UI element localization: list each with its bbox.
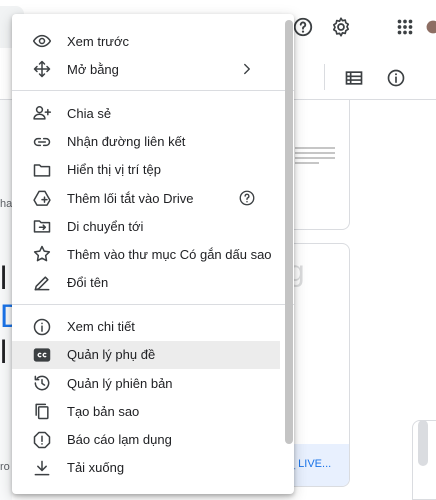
menu-item-label: Xem chi tiết — [67, 319, 135, 335]
menu-item-link[interactable]: Nhận đường liên kết — [12, 128, 294, 156]
menu-item-move[interactable]: Mở bằng — [12, 55, 294, 83]
menu-item-folder[interactable]: Hiển thị vị trí tệp — [12, 156, 294, 184]
apps-grid-icon[interactable] — [393, 15, 417, 39]
eye-icon — [30, 29, 54, 53]
menu-item-pencil[interactable]: Đổi tên — [12, 269, 294, 297]
details-info-icon[interactable] — [384, 66, 408, 90]
menu-item-download[interactable]: Tải xuống — [12, 454, 294, 482]
menu-item-info[interactable]: Xem chi tiết — [12, 313, 294, 341]
menu-item-eye[interactable]: Xem trước — [12, 27, 294, 55]
menu-item-captions[interactable]: Quản lý phụ đề — [12, 340, 280, 370]
left-text: ro — [0, 461, 10, 473]
menu-item-star[interactable]: Thêm vào thư mục Có gắn dấu sao — [12, 240, 294, 268]
drive-move-icon — [30, 214, 54, 238]
left-text: ha — [0, 198, 12, 210]
menu-item-label: Tải xuống — [67, 460, 125, 476]
menu-item-label: Hiển thị vị trí tệp — [67, 162, 161, 178]
thumbnail-glyph: D — [0, 300, 12, 332]
menu-item-label: Báo cáo lạm dụng — [67, 432, 172, 448]
star-icon — [30, 242, 54, 266]
pencil-icon — [30, 271, 54, 295]
link-icon — [30, 130, 54, 154]
document-thumbnail — [295, 144, 335, 167]
download-icon — [30, 456, 54, 480]
toolbar-divider — [324, 64, 325, 90]
settings-gear-icon[interactable] — [329, 15, 353, 39]
copy-icon — [30, 399, 54, 423]
folder-icon — [30, 158, 54, 182]
help-icon[interactable] — [236, 187, 258, 209]
menu-item-drive-move[interactable]: Di chuyển tới — [12, 212, 294, 240]
menu-item-label: Quản lý phụ đề — [67, 347, 156, 363]
help-icon[interactable] — [291, 15, 315, 39]
move-icon — [30, 57, 54, 81]
file-name: _ LIVE... — [289, 458, 332, 470]
menu-item-label: Xem trước — [67, 33, 130, 49]
thumbnail-glyph: l — [0, 336, 8, 368]
menu-item-add-shortcut-drive[interactable]: Thêm lối tắt vào Drive — [12, 184, 294, 212]
menu-item-label: Thêm vào thư mục Có gắn dấu sao — [67, 246, 272, 262]
thumbnail-glyph: l — [0, 262, 8, 294]
menu-item-report[interactable]: Báo cáo lạm dụng — [12, 425, 294, 453]
report-icon — [30, 428, 54, 452]
captions-icon — [30, 343, 54, 367]
menu-divider — [12, 90, 294, 92]
menu-item-label: Nhận đường liên kết — [67, 134, 186, 150]
scrollbar[interactable] — [418, 420, 428, 466]
add-shortcut-drive-icon — [30, 186, 54, 210]
context-menu: Xem trước Mở bằng Chia sẻ Nhận đường liên k… — [12, 14, 294, 494]
menu-item-label: Đổi tên — [67, 275, 109, 291]
menu-item-label: Chia sẻ — [67, 105, 112, 121]
menu-item-label: Mở bằng — [67, 61, 119, 77]
history-icon — [30, 371, 54, 395]
menu-item-copy[interactable]: Tạo bản sao — [12, 397, 294, 425]
menu-item-label: Thêm lối tắt vào Drive — [67, 190, 194, 206]
person-add-icon — [30, 101, 54, 125]
info-icon — [30, 315, 54, 339]
menu-divider — [12, 303, 294, 305]
menu-item-person-add[interactable]: Chia sẻ — [12, 99, 294, 127]
menu-item-label: Tạo bản sao — [67, 403, 140, 419]
list-view-icon[interactable] — [342, 66, 366, 90]
menu-item-label: Di chuyển tới — [67, 218, 144, 234]
drive-screen: ha l D l ro _ LIVE... uantrimang Xem trư… — [0, 0, 436, 500]
menu-item-label: Quản lý phiên bản — [67, 375, 173, 391]
account-avatar[interactable] — [426, 15, 436, 39]
menu-item-history[interactable]: Quản lý phiên bản — [12, 369, 294, 397]
chevron-right-icon — [236, 58, 258, 80]
